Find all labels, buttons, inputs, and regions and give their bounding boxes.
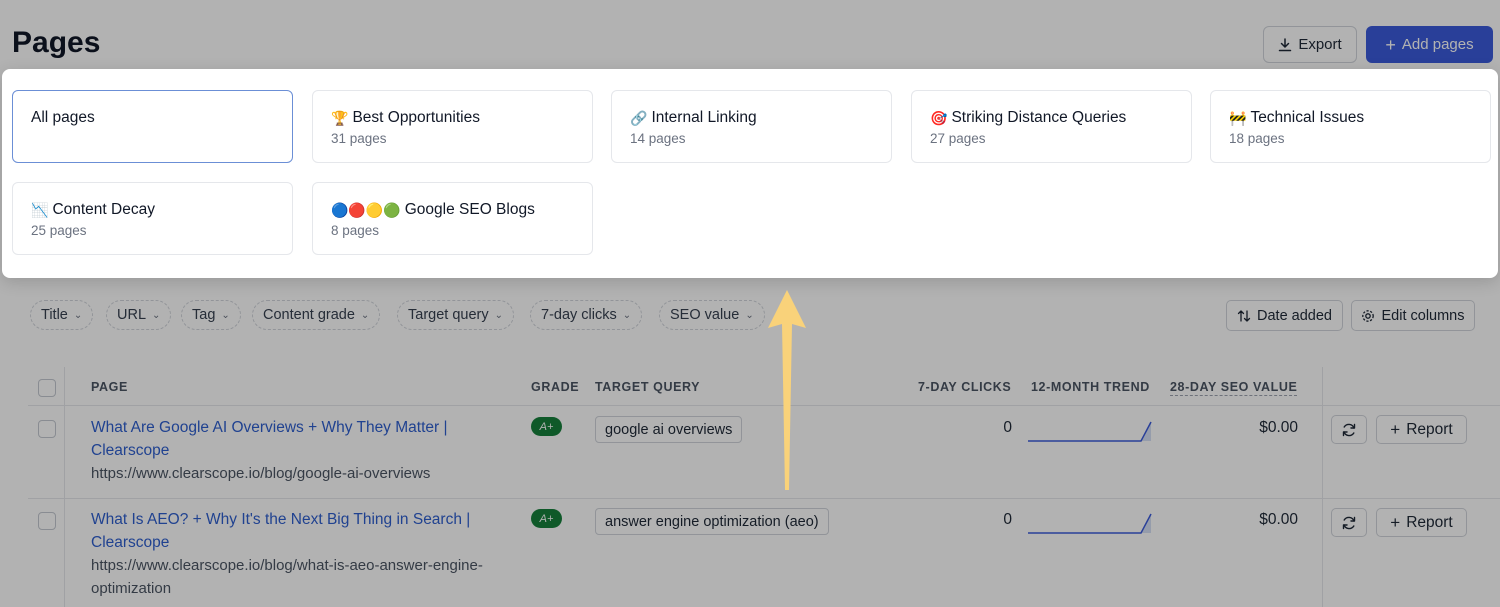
construction-icon: 🚧 xyxy=(1229,109,1247,126)
chart-decreasing-icon: 📉 xyxy=(31,201,49,218)
view-card-title: 🔗 Internal Linking xyxy=(630,109,891,127)
view-card-title: 📉 Content Decay xyxy=(31,201,292,219)
view-card-count: 31 pages xyxy=(331,131,387,146)
view-card-title: 🔵🔴🟡🟢 Google SEO Blogs xyxy=(331,201,592,219)
view-card-title: All pages xyxy=(31,109,95,126)
view-card-title-text: Google SEO Blogs xyxy=(404,201,535,218)
view-card-title-text: Content Decay xyxy=(52,201,155,218)
link-icon: 🔗 xyxy=(630,109,648,126)
view-card-title-text: Internal Linking xyxy=(651,109,757,126)
trophy-icon: 🏆 xyxy=(331,109,349,126)
view-card-title-text: Best Opportunities xyxy=(352,109,480,126)
view-card-all-pages[interactable]: All pages xyxy=(12,90,293,163)
colored-circles-icon: 🔵🔴🟡🟢 xyxy=(331,201,401,218)
view-card-internal-linking[interactable]: 🔗 Internal Linking 14 pages xyxy=(611,90,892,163)
view-card-title: 🏆 Best Opportunities xyxy=(331,109,592,127)
target-icon: 🎯 xyxy=(930,109,948,126)
view-card-title-text: Technical Issues xyxy=(1250,109,1365,126)
view-card-best-opportunities[interactable]: 🏆 Best Opportunities 31 pages xyxy=(312,90,593,163)
view-card-count: 25 pages xyxy=(31,223,87,238)
annotation-arrow-icon xyxy=(768,290,806,490)
view-card-count: 18 pages xyxy=(1229,131,1285,146)
view-card-content-decay[interactable]: 📉 Content Decay 25 pages xyxy=(12,182,293,255)
view-card-count: 8 pages xyxy=(331,223,380,238)
view-card-striking-distance-queries[interactable]: 🎯 Striking Distance Queries 27 pages xyxy=(911,90,1192,163)
view-card-google-seo-blogs[interactable]: 🔵🔴🟡🟢 Google SEO Blogs 8 pages xyxy=(312,182,593,255)
view-card-count: 27 pages xyxy=(930,131,986,146)
view-card-technical-issues[interactable]: 🚧 Technical Issues 18 pages xyxy=(1210,90,1491,163)
view-card-title-text: Striking Distance Queries xyxy=(951,109,1127,126)
view-card-count: 14 pages xyxy=(630,131,686,146)
view-card-title: 🎯 Striking Distance Queries xyxy=(930,109,1191,127)
view-card-title: 🚧 Technical Issues xyxy=(1229,109,1490,127)
saved-views-panel: All pages 🏆 Best Opportunities 31 pages 🔗… xyxy=(2,69,1498,278)
